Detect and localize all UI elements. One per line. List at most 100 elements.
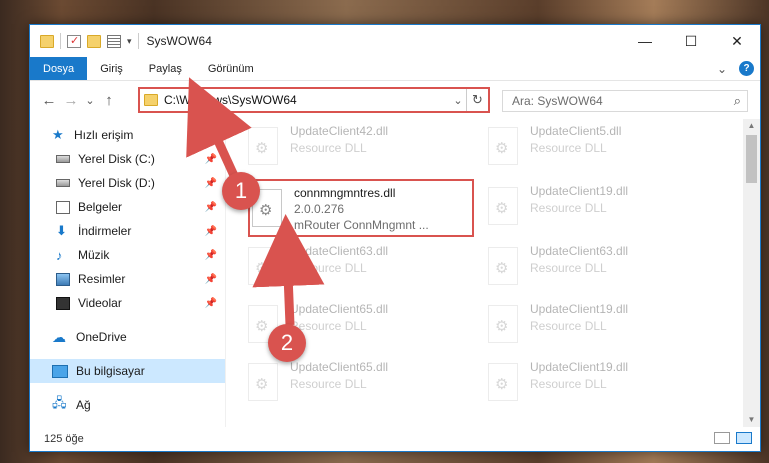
dll-file-icon	[488, 247, 518, 285]
folder-icon	[40, 34, 54, 48]
sidebar-item-local-disk-d[interactable]: Yerel Disk (D:) 📌	[30, 171, 225, 195]
file-name: UpdateClient42.dll	[290, 124, 389, 138]
minimize-button[interactable]: —	[622, 25, 668, 57]
expand-ribbon-icon[interactable]: ⌄	[717, 62, 727, 76]
sidebar-item-network[interactable]: 🖧 Ağ	[30, 393, 225, 417]
computer-icon	[52, 364, 68, 378]
sidebar-item-music[interactable]: ♪ Müzik 📌	[30, 243, 225, 267]
documents-icon	[56, 200, 70, 214]
dll-file-icon	[488, 305, 518, 343]
up-button[interactable]: ↑	[98, 92, 120, 109]
sidebar-item-label: Ağ	[76, 398, 91, 412]
sidebar-item-label: Resimler	[78, 272, 126, 286]
file-description: mRouter ConnMngmnt ...	[294, 218, 429, 232]
tab-home[interactable]: Giriş	[87, 57, 136, 80]
status-bar: 125 öğe	[30, 427, 760, 451]
pin-icon[interactable]: 📌	[205, 226, 217, 237]
forward-button[interactable]: →	[60, 92, 82, 109]
scroll-up-icon[interactable]: ▲	[743, 119, 760, 133]
file-version: 2.0.0.276	[294, 202, 345, 216]
refresh-icon[interactable]: ↻	[466, 89, 488, 111]
sidebar-item-downloads[interactable]: ⬇ İndirmeler 📌	[30, 219, 225, 243]
sidebar-item-videos[interactable]: Videolar 📌	[30, 291, 225, 315]
file-item[interactable]: UpdateClient5.dll Resource DLL	[488, 121, 724, 179]
recent-locations-dropdown[interactable]: ⌄	[82, 94, 98, 107]
file-name: UpdateClient19.dll	[530, 302, 629, 316]
file-name: UpdateClient65.dll	[290, 302, 389, 316]
file-description: Resource DLL	[530, 141, 607, 155]
network-icon: 🖧	[52, 395, 67, 410]
sidebar-item-label: Yerel Disk (C:)	[78, 152, 155, 166]
vertical-scrollbar[interactable]: ▲ ▼	[743, 119, 760, 427]
file-explorer-window: ▾ SysWOW64 — ☐ ✕ Dosya Giriş Paylaş Görü…	[29, 24, 761, 452]
details-view-icon[interactable]	[714, 432, 730, 444]
search-input[interactable]: Ara: SysWOW64 ⌕	[502, 90, 748, 112]
maximize-button[interactable]: ☐	[668, 25, 714, 57]
sidebar-item-this-pc[interactable]: Bu bilgisayar	[30, 359, 225, 383]
file-item[interactable]: UpdateClient19.dll Resource DLL	[488, 299, 724, 357]
scroll-down-icon[interactable]: ▼	[743, 413, 760, 427]
title-bar: ▾ SysWOW64 — ☐ ✕	[30, 25, 760, 57]
back-button[interactable]: ←	[38, 92, 60, 109]
address-bar[interactable]: C:\Windows\SysWOW64 ⌄ ↻	[138, 87, 490, 113]
file-list: UpdateClient42.dll Resource DLL connmngmn…	[226, 119, 760, 427]
search-icon[interactable]: ⌕	[734, 93, 741, 109]
sidebar-item-documents[interactable]: Belgeler 📌	[30, 195, 225, 219]
file-name: UpdateClient63.dll	[290, 244, 389, 258]
file-item[interactable]: UpdateClient19.dll Resource DLL	[488, 181, 724, 239]
dll-file-icon	[248, 247, 278, 285]
address-dropdown-icon[interactable]: ⌄	[450, 94, 466, 107]
folder-icon	[144, 94, 158, 106]
pin-icon[interactable]: 📌	[205, 202, 217, 213]
customize-toolbar-dropdown[interactable]: ▾	[127, 36, 132, 47]
sidebar-item-label: Videolar	[78, 296, 122, 310]
help-icon[interactable]: ?	[739, 61, 754, 76]
address-path[interactable]: C:\Windows\SysWOW64	[164, 93, 450, 107]
scrollbar-thumb[interactable]	[746, 135, 757, 183]
tab-file[interactable]: Dosya	[30, 57, 88, 80]
file-name: connmngmntres.dll	[294, 186, 396, 200]
file-description: Resource DLL	[530, 201, 607, 215]
file-item[interactable]: UpdateClient63.dll Resource DLL	[248, 241, 484, 299]
pin-icon[interactable]: 📌	[205, 250, 217, 261]
dll-file-icon	[248, 127, 278, 165]
window-title: SysWOW64	[146, 34, 212, 48]
view-toggle	[714, 432, 752, 444]
videos-icon	[56, 296, 70, 310]
sidebar-item-label: İndirmeler	[78, 224, 132, 238]
pictures-icon	[56, 272, 70, 286]
file-description: Resource DLL	[530, 377, 607, 391]
dll-file-icon	[488, 363, 518, 401]
tab-view[interactable]: Görünüm	[195, 57, 267, 80]
sidebar-item-label: Müzik	[78, 248, 110, 262]
file-item-connmngmntres[interactable]: connmngmntres.dll 2.0.0.276 mRouter Conn…	[248, 179, 474, 237]
pin-icon[interactable]: 📌	[205, 154, 217, 165]
disk-icon	[56, 179, 70, 187]
new-folder-icon[interactable]	[87, 34, 101, 48]
item-count: 125 öğe	[44, 433, 84, 445]
sidebar-item-local-disk-c[interactable]: Yerel Disk (C:) 📌	[30, 147, 225, 171]
sidebar-item-label: Hızlı erişim	[74, 128, 134, 142]
file-item[interactable]: UpdateClient19.dll Resource DLL	[488, 357, 724, 415]
sidebar-item-quick-access[interactable]: ★ Hızlı erişim	[30, 123, 225, 147]
pin-icon[interactable]: 📌	[205, 274, 217, 285]
file-item[interactable]: UpdateClient65.dll Resource DLL	[248, 357, 484, 415]
file-item[interactable]: UpdateClient63.dll Resource DLL	[488, 241, 724, 299]
dll-file-icon	[488, 187, 518, 225]
sidebar-item-label: Bu bilgisayar	[76, 364, 145, 378]
pin-icon[interactable]: 📌	[205, 298, 217, 309]
search-placeholder: Ara: SysWOW64	[512, 94, 603, 108]
pin-icon[interactable]: 📌	[205, 178, 217, 189]
file-item[interactable]: UpdateClient42.dll Resource DLL	[248, 121, 484, 179]
sidebar-item-pictures[interactable]: Resimler 📌	[30, 267, 225, 291]
sidebar-item-onedrive[interactable]: ☁ OneDrive	[30, 325, 225, 349]
tiles-view-icon[interactable]	[736, 432, 752, 444]
step-marker-1: 1	[222, 172, 260, 210]
close-button[interactable]: ✕	[714, 25, 760, 57]
file-description: Resource DLL	[290, 377, 367, 391]
properties-check-icon[interactable]	[67, 34, 81, 48]
ribbon-right-controls: ⌄ ?	[717, 61, 754, 76]
tab-share[interactable]: Paylaş	[136, 57, 195, 80]
view-details-icon[interactable]	[107, 34, 121, 48]
